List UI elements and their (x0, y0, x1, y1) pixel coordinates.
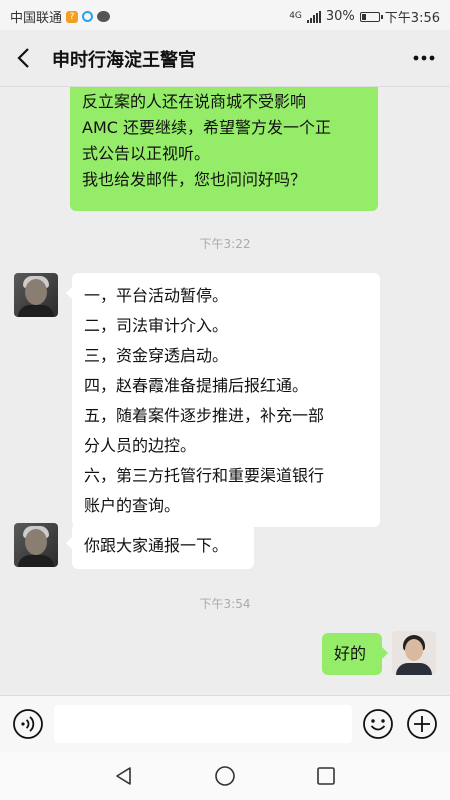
message-bubble-incoming[interactable]: 一，平台活动暂停。 二，司法审计介入。 三，资金穿透启动。 四，赵春霞准备提捕后… (66, 273, 380, 527)
network-type: 4G (289, 11, 302, 21)
message-input[interactable] (54, 705, 352, 743)
message-line: 分人员的边控。 (84, 436, 197, 455)
avatar[interactable] (14, 273, 58, 317)
nav-recent-icon[interactable] (314, 764, 338, 788)
battery-percent: 30% (325, 9, 355, 24)
clock: 下午3:56 (384, 11, 440, 26)
message-line: 六，第三方托管行和重要渠道银行 (84, 466, 325, 485)
notification-ring-icon (82, 11, 94, 22)
message-bubble-incoming[interactable]: 你跟大家通报一下。 (66, 523, 254, 569)
message-bubble-outgoing[interactable]: 反立案的人还在说商城不受影响 AMC 还要继续，希望警方发一个正 式公告以正视听… (70, 87, 378, 211)
message-timestamp: 下午3:54 (199, 597, 251, 611)
signal-icon (306, 10, 321, 23)
message-line: AMC 还要继续，希望警方发一个正 (82, 118, 332, 137)
nav-back-icon[interactable] (112, 764, 136, 788)
message-line: 你跟大家通报一下。 (84, 536, 229, 555)
voice-icon[interactable] (12, 708, 44, 740)
chat-title: 申时行海淀王警官 (52, 50, 196, 71)
message-line: 式公告以正视听。 (82, 144, 211, 163)
nav-home-icon[interactable] (213, 764, 237, 788)
notification-app-icon: ? (66, 10, 79, 23)
status-left: 中国联通 ? (10, 7, 111, 26)
more-dots-icon[interactable] (408, 42, 440, 74)
message-line: 五，随着案件逐步推进，补充一部 (84, 406, 325, 425)
chevron-left-icon[interactable] (8, 42, 40, 74)
message-line: 二，司法审计介入。 (84, 316, 229, 335)
message-line: 我也给发邮件，您也问问好吗？ (82, 170, 307, 189)
message-line: 好的 (334, 644, 367, 663)
message-line: 账户的查询。 (84, 496, 181, 515)
message-line: 四，赵春霞准备提捕后报红通。 (84, 376, 309, 395)
avatar[interactable] (392, 631, 436, 675)
notification-chat-icon (97, 11, 111, 22)
plus-icon[interactable] (406, 708, 438, 740)
emoji-icon[interactable] (362, 708, 394, 740)
message-line: 三，资金穿透启动。 (84, 346, 229, 365)
message-timestamp: 下午3:22 (199, 237, 251, 251)
message-list[interactable]: 反立案的人还在说商城不受影响 AMC 还要继续，希望警方发一个正 式公告以正视听… (0, 87, 450, 695)
input-bar (0, 695, 450, 752)
message-line: 反立案的人还在说商城不受影响 (82, 92, 307, 111)
system-nav-bar (0, 752, 450, 800)
message-bubble-outgoing[interactable]: 好的 (322, 633, 388, 675)
chat-header: 申时行海淀王警官 (0, 30, 450, 87)
status-bar: 中国联通 ? 4G 30% 下午3:56 (0, 0, 450, 30)
carrier-name: 中国联通 (10, 11, 63, 26)
message-line: 一，平台活动暂停。 (84, 286, 229, 305)
battery-icon (359, 11, 383, 22)
avatar[interactable] (14, 523, 58, 567)
status-right: 4G 30% 下午3:56 (289, 7, 440, 26)
